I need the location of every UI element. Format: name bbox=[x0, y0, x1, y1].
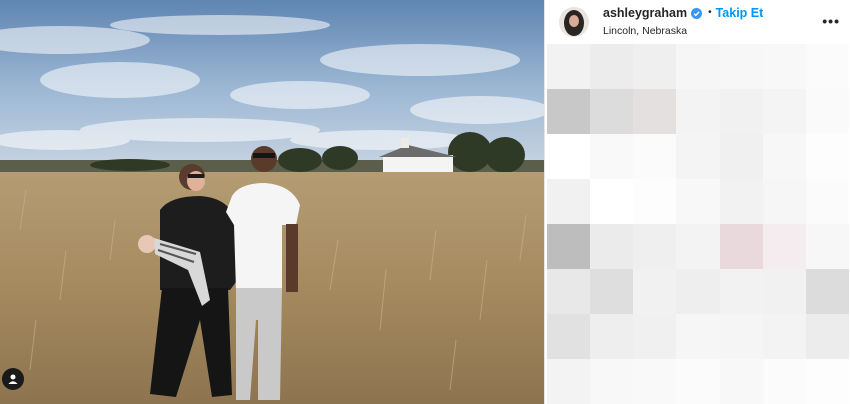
blurred-cell bbox=[547, 314, 591, 359]
blurred-cell bbox=[719, 134, 763, 179]
photo-scene bbox=[0, 0, 544, 404]
blurred-cell bbox=[590, 89, 634, 134]
blurred-cell bbox=[547, 134, 591, 179]
blurred-cell bbox=[805, 359, 849, 404]
blurred-cell bbox=[676, 359, 720, 404]
blurred-cell bbox=[676, 224, 720, 269]
blurred-cell bbox=[676, 314, 720, 359]
blurred-cell bbox=[590, 359, 634, 404]
location-link[interactable]: Lincoln, Nebraska bbox=[603, 25, 763, 37]
instagram-post: ashleygraham • Takip Et Lincoln, Nebrask… bbox=[0, 0, 850, 404]
blurred-cell bbox=[547, 179, 591, 224]
blurred-cell bbox=[633, 224, 677, 269]
blurred-cell bbox=[590, 314, 634, 359]
blurred-cell bbox=[805, 269, 849, 314]
blurred-cell bbox=[547, 44, 591, 89]
blurred-cell bbox=[805, 224, 849, 269]
blurred-cell bbox=[762, 179, 806, 224]
blurred-cell bbox=[762, 224, 806, 269]
blurred-cell bbox=[762, 89, 806, 134]
blurred-cell bbox=[676, 179, 720, 224]
blurred-cell bbox=[633, 179, 677, 224]
blurred-cell bbox=[719, 224, 763, 269]
username-link[interactable]: ashleygraham bbox=[603, 7, 687, 20]
blurred-cell bbox=[590, 179, 634, 224]
blurred-cell bbox=[547, 269, 591, 314]
blurred-cell bbox=[676, 44, 720, 89]
blurred-cell bbox=[719, 179, 763, 224]
blurred-cell bbox=[676, 89, 720, 134]
blurred-cell bbox=[590, 44, 634, 89]
blurred-cell bbox=[633, 134, 677, 179]
blurred-cell bbox=[762, 314, 806, 359]
blurred-cell bbox=[762, 134, 806, 179]
post-photo[interactable] bbox=[0, 0, 544, 404]
post-header: ashleygraham • Takip Et Lincoln, Nebrask… bbox=[545, 0, 850, 44]
blurred-cell bbox=[590, 269, 634, 314]
blurred-cell bbox=[633, 269, 677, 314]
blurred-cell bbox=[719, 44, 763, 89]
blurred-cell bbox=[590, 224, 634, 269]
header-row: ashleygraham • Takip Et bbox=[603, 7, 763, 20]
blurred-cell bbox=[805, 314, 849, 359]
blurred-cell bbox=[719, 314, 763, 359]
verified-badge-icon bbox=[691, 7, 703, 19]
blurred-cell bbox=[719, 269, 763, 314]
blurred-cell bbox=[762, 269, 806, 314]
blurred-cell bbox=[633, 314, 677, 359]
blurred-cell bbox=[590, 134, 634, 179]
post-meta: ashleygraham • Takip Et Lincoln, Nebrask… bbox=[603, 7, 763, 36]
blurred-cell bbox=[676, 134, 720, 179]
blurred-cell bbox=[547, 359, 591, 404]
blurred-cell bbox=[719, 89, 763, 134]
blurred-cell bbox=[805, 44, 849, 89]
more-options-icon[interactable]: ••• bbox=[822, 13, 840, 29]
blurred-cell bbox=[805, 89, 849, 134]
blurred-comments-area bbox=[547, 44, 849, 404]
avatar[interactable] bbox=[559, 7, 589, 37]
blurred-cell bbox=[762, 359, 806, 404]
blurred-cell bbox=[676, 269, 720, 314]
blurred-cell bbox=[633, 44, 677, 89]
blurred-cell bbox=[762, 44, 806, 89]
post-sidebar: ashleygraham • Takip Et Lincoln, Nebrask… bbox=[544, 0, 850, 404]
blurred-cell bbox=[547, 89, 591, 134]
blurred-cell bbox=[805, 179, 849, 224]
blurred-cell bbox=[719, 359, 763, 404]
follow-button[interactable]: Takip Et bbox=[716, 7, 764, 20]
blurred-cell bbox=[547, 224, 591, 269]
user-tag-icon[interactable] bbox=[2, 368, 24, 390]
blurred-cell bbox=[633, 89, 677, 134]
separator-dot: • bbox=[708, 7, 712, 19]
blurred-cell bbox=[805, 134, 849, 179]
blurred-cell bbox=[633, 359, 677, 404]
